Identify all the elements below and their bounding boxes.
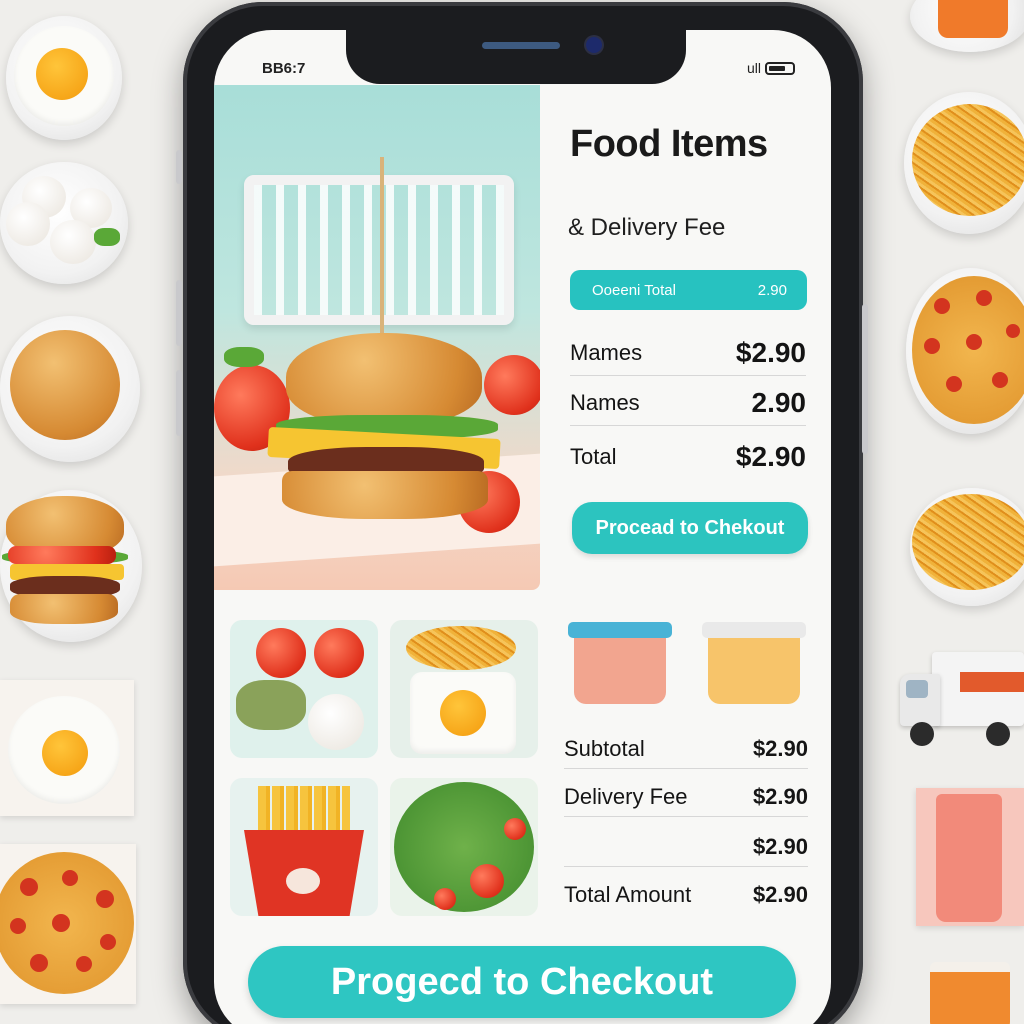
burger-plate [0,490,142,642]
delivery-fee-row: Delivery Fee $2.90 [564,784,808,817]
soup-bowl [910,0,1024,52]
power-button [862,304,868,454]
volume-button [176,150,182,184]
subtotal-value: $2.90 [752,736,808,761]
basket-icon [244,175,514,325]
total-pill-value: 2.90 [757,281,787,299]
item-price: $2.90 [735,336,806,368]
delivery-fee-label: Delivery Fee [564,784,688,809]
phone-screen: BB6:7 ull Food Items & Delivery Fee Ooee… [214,30,831,1024]
fries-pasta-plate [910,488,1024,606]
total-amount-label: Total Amount [564,882,692,907]
volume-down-button [176,370,182,436]
tomato [484,355,540,415]
subtotal-label: Subtotal [564,736,645,761]
signal-icon: ull [746,60,761,76]
status-icons: ull [747,60,795,76]
drink-cup [916,788,1024,926]
bun-plate [0,316,140,462]
battery-icon [765,61,795,75]
product-tub-orange[interactable] [702,622,806,704]
page-subtitle: & Delivery Fee [568,214,726,241]
egg-napkin [0,680,134,816]
pizza-plate [906,268,1024,434]
thumb-tomato-salad[interactable] [230,620,378,758]
delivery-truck-icon [900,650,1024,750]
thumb-green-salad[interactable] [390,778,538,916]
item-label: Mames [570,339,643,365]
total-label: Total [570,444,617,469]
subtotal-row: Subtotal $2.90 [564,736,808,769]
volume-up-button [176,280,182,346]
item-label: Names [570,389,640,415]
mozzarella-plate [0,162,128,284]
item-price: 2.90 [751,386,807,418]
orange-drink-cup [930,962,1010,1024]
hero-burger-image [214,85,540,590]
phone-notch [346,22,686,84]
item-row: Mames $2.90 [570,330,806,376]
delivery-fee-value: $2.90 [752,784,808,809]
tax-value: $2.90 [752,834,808,859]
thumb-egg-bowl[interactable] [390,620,538,758]
speaker-grille [482,42,560,49]
item-row: Names 2.90 [570,380,806,426]
proceed-checkout-button[interactable]: Progecd to Checkout [248,946,796,1018]
pasta-plate [904,92,1024,234]
total-amount-row: Total Amount $2.90 [564,882,808,914]
total-pill-label: Ooeeni Total [592,281,676,299]
fried-egg-plate [6,16,122,140]
proceed-checkout-button-small[interactable]: Procead to Chekout [572,502,808,554]
status-time: BB6:7 [262,60,306,77]
total-row: Total $2.90 [570,432,806,482]
total-amount-value: $2.90 [752,882,808,907]
burger-bottom-bun [282,471,488,519]
page-title: Food Items [570,123,768,165]
tax-row: $2.90 [564,834,808,867]
product-tub-red[interactable] [568,622,672,704]
thumb-fries[interactable] [230,778,378,916]
camera-icon [586,37,602,53]
pizza-napkin [0,844,136,1004]
total-price: $2.90 [735,441,806,472]
burger-top-bun [286,333,482,425]
total-pill: Ooeeni Total 2.90 [570,270,807,310]
